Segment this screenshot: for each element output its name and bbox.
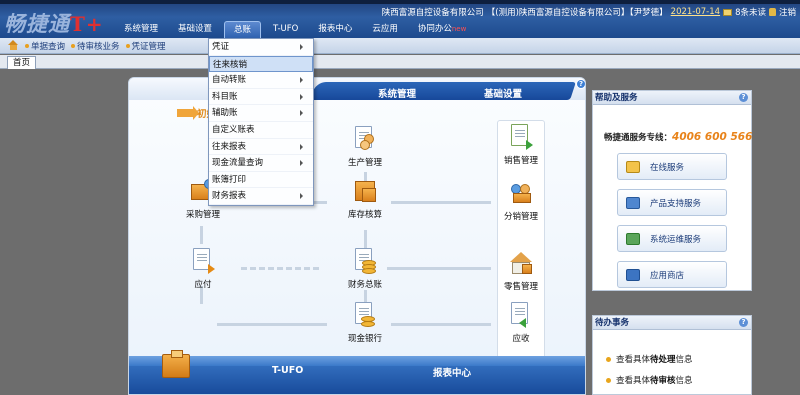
submenu-arrow-icon <box>300 143 303 150</box>
help-icon[interactable]: ? <box>576 79 585 89</box>
menu-item-ledger-print[interactable]: 账簿打印 <box>209 172 313 189</box>
online-service-button[interactable]: 在线服务 <box>617 153 727 180</box>
lock-icon <box>768 8 776 16</box>
production-icon <box>352 126 378 154</box>
flow-receivable[interactable]: 应收 <box>491 302 551 344</box>
flow-production[interactable]: 生产管理 <box>335 126 395 168</box>
box-icon <box>162 350 190 378</box>
module-ribbon: 系统管理 基础设置 ? <box>129 78 585 100</box>
flow-cash-bank[interactable]: 现金银行 <box>335 302 395 344</box>
todo-panel-title: 待办事务 ? <box>593 316 751 330</box>
store-icon <box>626 268 640 281</box>
system-icon <box>626 232 640 245</box>
main-nav: 系统管理 基础设置 总账 T-UFO 报表中心 云应用 协同办公new <box>116 21 478 38</box>
payable-icon <box>190 248 216 276</box>
bullet-icon <box>606 377 611 383</box>
retail-icon <box>508 250 534 278</box>
help-service-panel: 帮助及服务 ? 畅捷通服务专线：4006 600 566 在线服务 产品支持服务… <box>592 90 752 291</box>
bullet-icon <box>125 43 130 48</box>
home-icon[interactable] <box>8 40 19 51</box>
window-title-strip <box>0 0 800 4</box>
menu-item-account-ledger[interactable]: 科目账 <box>209 89 313 106</box>
quick-link-voucher-management[interactable]: 凭证管理 <box>125 40 166 52</box>
menu-item-auto-transfer[interactable]: 自动转账 <box>209 72 313 89</box>
logout-link[interactable]: 注销 <box>779 6 796 18</box>
nav-tab-basic-settings[interactable]: 基础设置 <box>170 21 220 38</box>
account-user: 【(测用)陕西富源自控设备有限公司】【尹梦德】 <box>486 8 668 18</box>
flow-inventory[interactable]: 库存核算 <box>335 178 395 220</box>
bullet-icon <box>71 43 76 48</box>
submenu-arrow-icon <box>300 93 303 100</box>
menu-item-financial-reports[interactable]: 财务报表 <box>209 188 313 205</box>
nav-tab-system[interactable]: 系统管理 <box>116 21 166 38</box>
submenu-arrow-icon <box>300 77 303 84</box>
submenu-arrow-icon <box>300 160 303 167</box>
new-badge: new <box>451 25 467 33</box>
menu-item-ar-ap-reports[interactable]: 往来报表 <box>209 139 313 156</box>
todo-panel: 待办事务 ? 查看具体待处理信息 查看具体待审核信息 <box>592 315 752 395</box>
menu-item-reconciliation[interactable]: 往来核销 <box>209 55 313 73</box>
bottom-module-bar: T-UFO 报表中心 <box>129 350 585 394</box>
distribution-icon <box>508 180 534 208</box>
todo-pending-link[interactable]: 查看具体待处理信息 <box>606 353 693 365</box>
bottom-t-ufo[interactable]: T-UFO <box>272 365 303 376</box>
flow-distribution[interactable]: 分销管理 <box>491 180 551 222</box>
nav-tab-collaboration[interactable]: 协同办公new <box>410 21 474 38</box>
app-logo: 畅捷通T+ <box>4 11 104 36</box>
cash-bank-icon <box>352 302 378 330</box>
help-panel-title: 帮助及服务 ? <box>593 91 751 105</box>
mail-icon[interactable] <box>723 8 733 16</box>
menu-item-voucher[interactable]: 凭证 <box>209 39 313 56</box>
system-maintenance-button[interactable]: 系统运维服务 <box>617 225 727 252</box>
workflow-navigation-panel: 系统管理 基础设置 ? 初始化导航 生产管理 采购管理 库存核算 <box>128 77 586 395</box>
submenu-arrow-icon <box>300 193 303 200</box>
submenu-arrow-icon <box>300 44 303 50</box>
service-hotline: 畅捷通服务专线：4006 600 566 <box>604 131 753 143</box>
quick-link-voucher-query[interactable]: 单据查询 <box>25 40 65 52</box>
account-info-bar: 陕西富源自控设备有限公司 【(测用)陕西富源自控设备有限公司】【尹梦德】 202… <box>382 6 796 18</box>
menu-item-auxiliary-ledger[interactable]: 辅助账 <box>209 105 313 122</box>
ribbon-system-management[interactable]: 系统管理 <box>378 86 416 100</box>
help-icon[interactable]: ? <box>739 93 748 102</box>
chat-icon <box>626 160 640 173</box>
tab-home[interactable]: 首页 <box>7 56 37 69</box>
quick-link-pending-review[interactable]: 待审核业务 <box>71 40 120 52</box>
product-support-button[interactable]: 产品支持服务 <box>617 189 727 216</box>
ribbon-basic-settings[interactable]: 基础设置 <box>484 86 522 100</box>
quick-link-bar: 单据查询 待审核业务 凭证管理 <box>0 38 800 54</box>
flow-general-ledger[interactable]: 财务总账 <box>335 248 395 290</box>
monitor-icon <box>626 196 640 209</box>
nav-tab-t-ufo[interactable]: T-UFO <box>265 21 306 38</box>
unread-messages[interactable]: 8条未读 <box>735 6 766 18</box>
ledger-icon <box>352 248 378 276</box>
inventory-icon <box>352 178 378 206</box>
menu-item-custom-reports[interactable]: 自定义账表 <box>209 122 313 139</box>
company-name: 陕西富源自控设备有限公司 <box>381 8 484 18</box>
help-icon[interactable]: ? <box>739 318 748 327</box>
app-store-button[interactable]: 应用商店 <box>617 261 727 288</box>
arrow-right-icon <box>177 106 199 120</box>
flow-payable[interactable]: 应付 <box>173 248 233 290</box>
general-ledger-menu: 凭证 往来核销 自动转账 科目账 辅助账 自定义账表 往来报表 现金流量查询 账… <box>208 38 314 206</box>
menu-item-cash-flow-query[interactable]: 现金流量查询 <box>209 155 313 172</box>
document-tab-strip: 首页 <box>0 55 800 69</box>
bullet-icon <box>25 43 29 48</box>
nav-tab-cloud-apps[interactable]: 云应用 <box>364 21 406 38</box>
bottom-report-center[interactable]: 报表中心 <box>433 365 471 379</box>
flow-sales[interactable]: 销售管理 <box>491 124 551 166</box>
todo-review-link[interactable]: 查看具体待审核信息 <box>606 374 693 386</box>
receivable-icon <box>508 302 534 330</box>
sales-icon <box>508 124 534 152</box>
app-header: 畅捷通T+ 陕西富源自控设备有限公司 【(测用)陕西富源自控设备有限公司】【尹梦… <box>0 0 800 38</box>
nav-tab-report-center[interactable]: 报表中心 <box>310 21 360 38</box>
nav-tab-general-ledger[interactable]: 总账 <box>224 21 262 38</box>
login-date[interactable]: 2021-07-14 <box>671 7 720 17</box>
flow-retail[interactable]: 零售管理 <box>491 250 551 292</box>
bullet-icon <box>606 356 611 362</box>
submenu-arrow-icon <box>300 110 303 117</box>
